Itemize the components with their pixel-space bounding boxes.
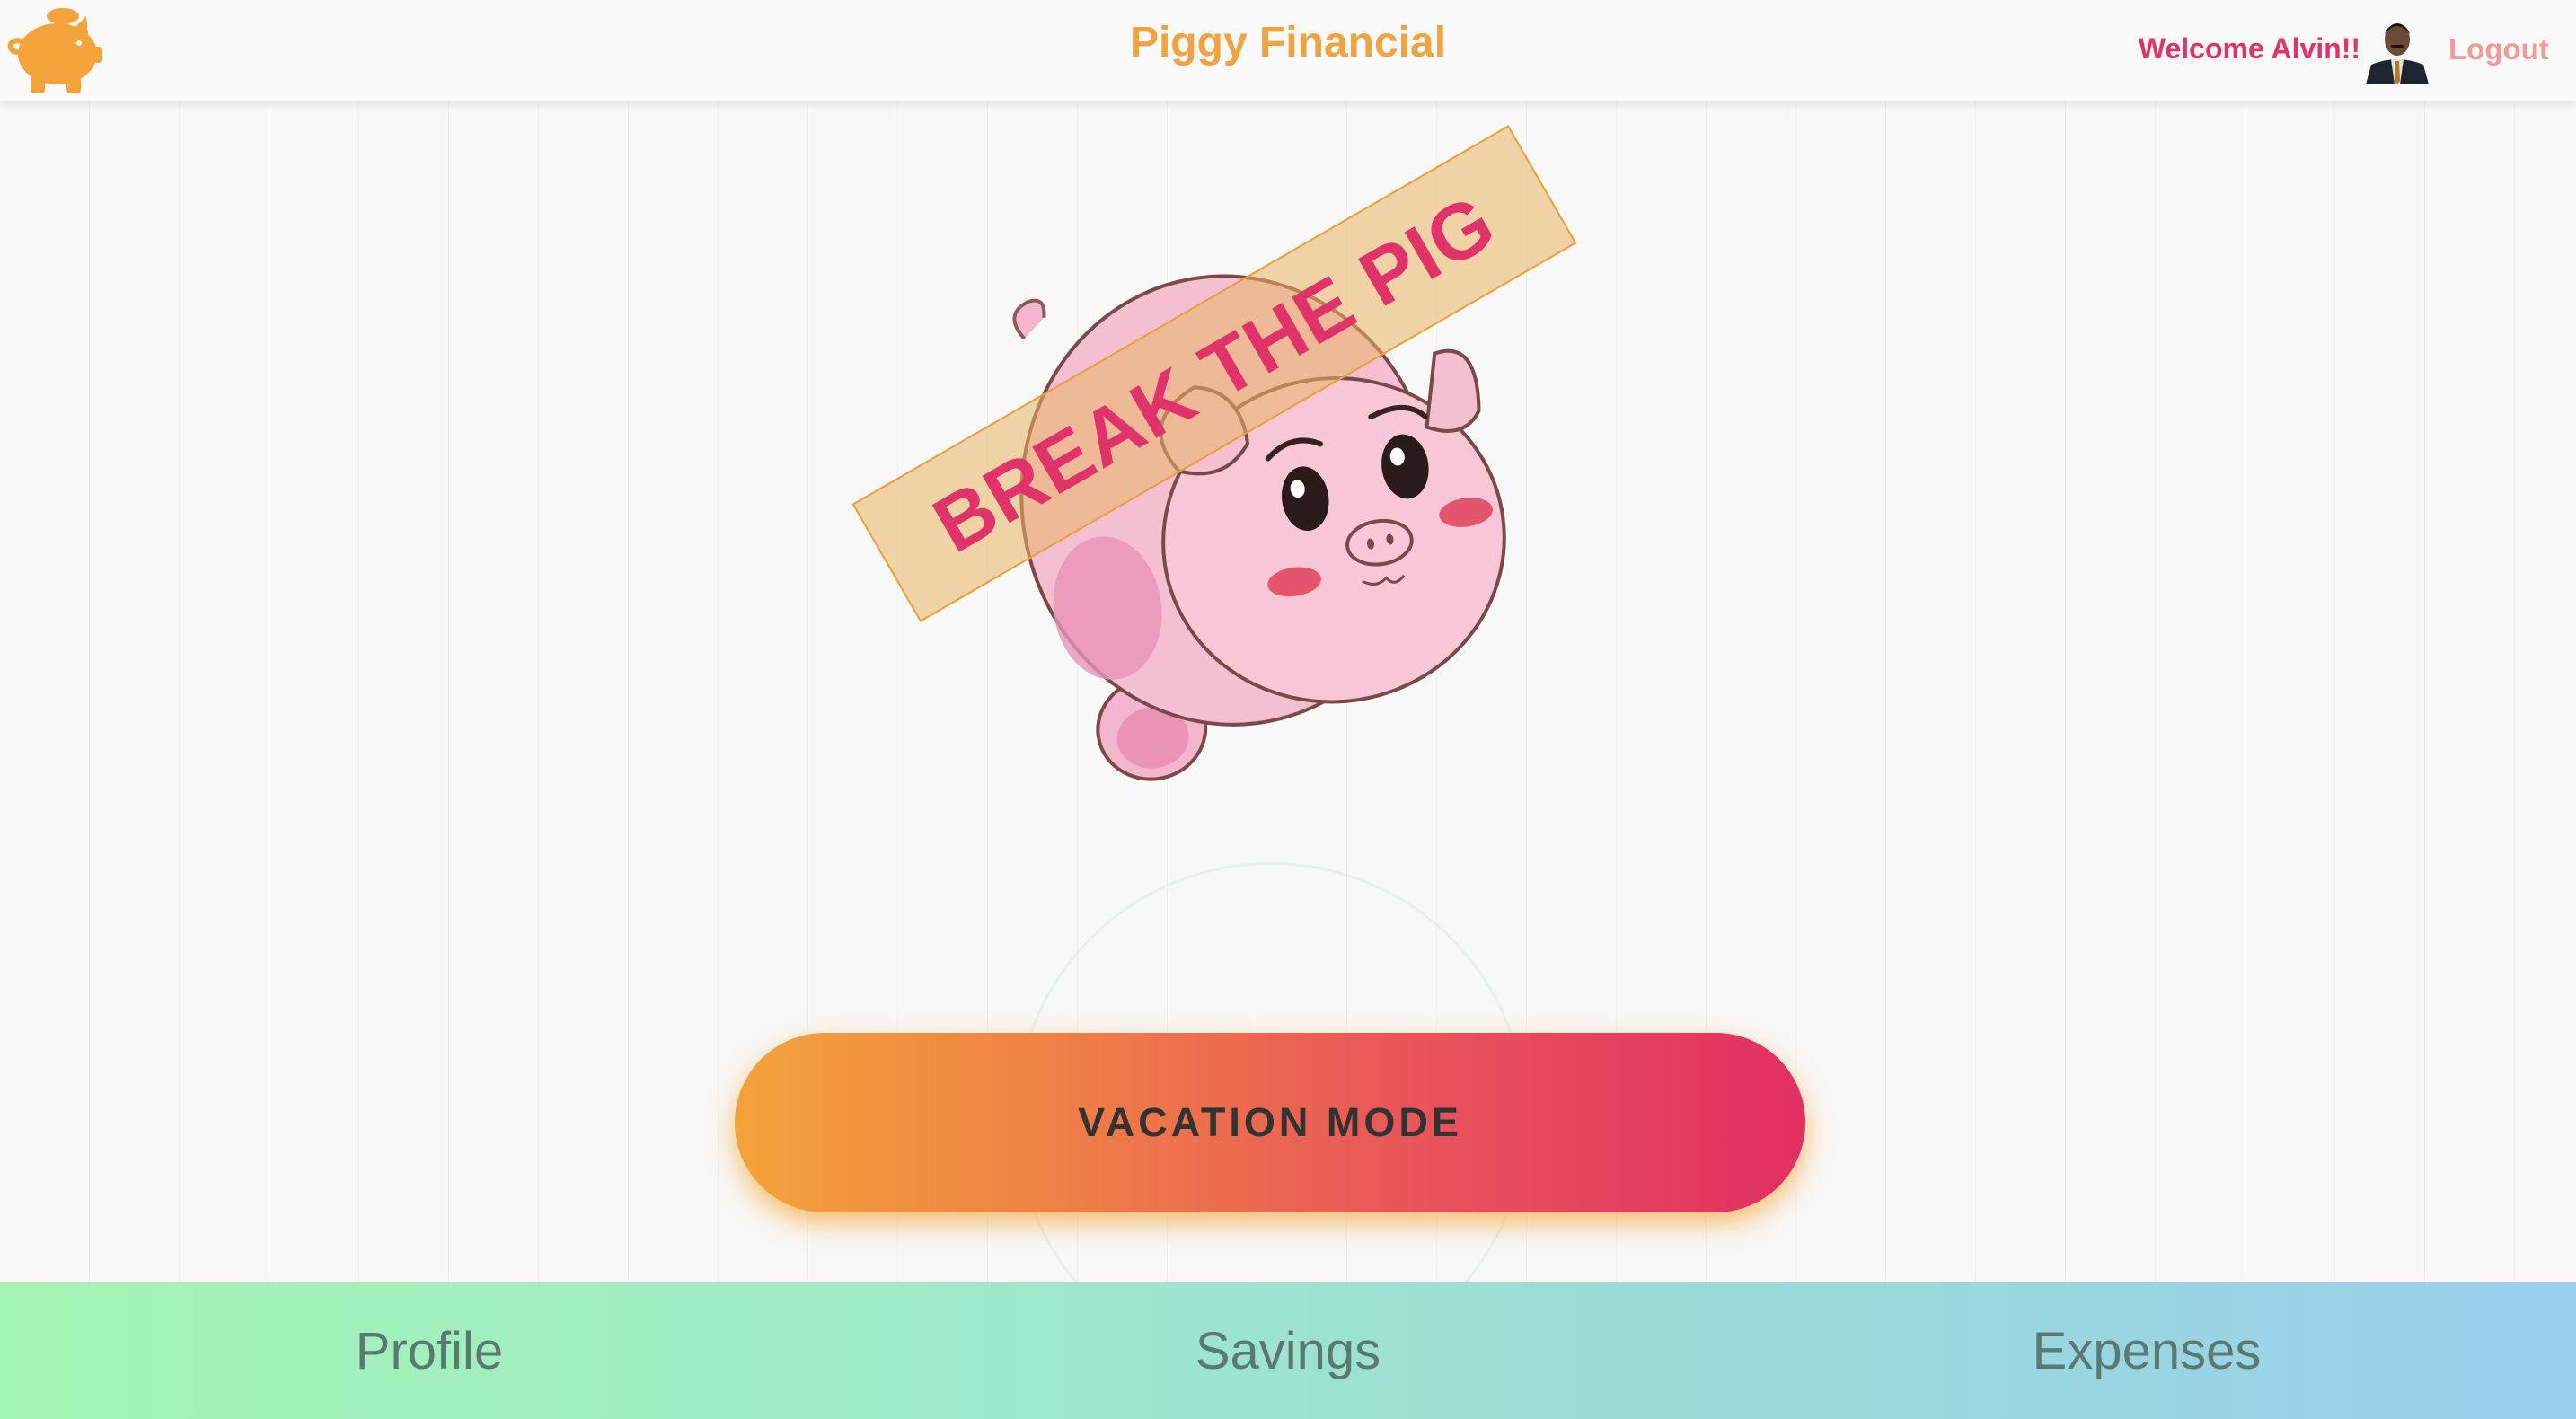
top-header: Piggy Financial Welcome Alvin!! Logout — [0, 0, 2576, 101]
logout-link[interactable]: Logout — [2448, 32, 2549, 66]
welcome-message: Welcome Alvin!! — [2138, 32, 2360, 65]
nav-item-savings[interactable]: Savings — [859, 1282, 1717, 1419]
piggy-bank-icon[interactable] — [4, 2, 108, 95]
vacation-mode-button[interactable]: VACATION MODE — [735, 1033, 1805, 1212]
user-avatar — [2362, 14, 2432, 84]
nav-item-profile[interactable]: Profile — [0, 1282, 859, 1419]
nav-item-expenses[interactable]: Expenses — [1717, 1282, 2576, 1419]
bottom-nav: Profile Savings Expenses — [0, 1282, 2576, 1419]
app-page: Piggy Financial Welcome Alvin!! Logout B… — [0, 0, 2576, 1419]
